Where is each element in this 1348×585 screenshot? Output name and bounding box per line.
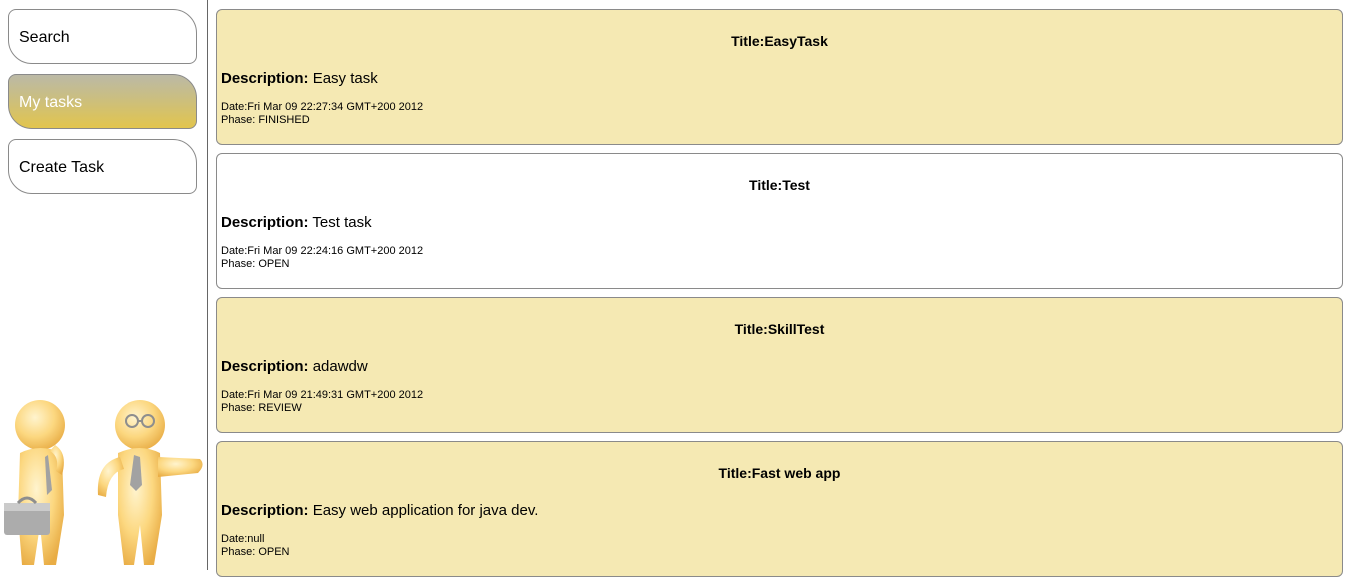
task-title: Title:SkillTest xyxy=(734,321,825,337)
task-date: Date:Fri Mar 09 22:24:16 GMT+200 2012 xyxy=(221,245,424,257)
task-phase: Phase: FINISHED xyxy=(221,114,310,126)
task-phase: Phase: OPEN xyxy=(221,258,290,270)
task-description: Description: Test task xyxy=(221,214,372,231)
task-title: Title:Fast web app xyxy=(718,465,841,481)
task-card[interactable]: Title:Test Description: Test task Date:F… xyxy=(216,153,1343,289)
mascot-illustration xyxy=(4,400,203,565)
task-description: Description: Easy web application for ja… xyxy=(221,502,539,519)
task-card[interactable]: Title:SkillTest Description: adawdw Date… xyxy=(216,297,1343,433)
task-date: Date:Fri Mar 09 21:49:31 GMT+200 2012 xyxy=(221,389,424,401)
figure-with-briefcase xyxy=(4,400,65,565)
task-description: Description: Easy task xyxy=(221,70,378,87)
task-card[interactable]: Title:Fast web app Description: Easy web… xyxy=(216,441,1343,577)
task-description: Description: adawdw xyxy=(221,358,368,375)
task-meta: Date:Fri Mar 09 22:27:34 GMT+200 2012 Ph… xyxy=(221,101,423,127)
task-meta: Date:null Phase: OPEN xyxy=(221,533,290,559)
task-title: Title:Test xyxy=(749,177,810,193)
create-task-button[interactable]: Create Task xyxy=(8,139,197,194)
task-card[interactable]: Title:EasyTask Description: Easy task Da… xyxy=(216,9,1343,145)
search-button[interactable]: Search xyxy=(8,9,197,64)
my-tasks-button[interactable]: My tasks xyxy=(8,74,197,129)
task-meta: Date:Fri Mar 09 21:49:31 GMT+200 2012 Ph… xyxy=(221,389,423,415)
task-phase: Phase: OPEN xyxy=(221,546,290,558)
task-phase: Phase: REVIEW xyxy=(221,402,302,414)
task-list: Title:EasyTask Description: Easy task Da… xyxy=(216,9,1343,585)
task-date: Date:null xyxy=(221,533,265,545)
task-date: Date:Fri Mar 09 22:27:34 GMT+200 2012 xyxy=(221,101,424,113)
task-title: Title:EasyTask xyxy=(731,33,828,49)
task-meta: Date:Fri Mar 09 22:24:16 GMT+200 2012 Ph… xyxy=(221,245,423,271)
figure-with-glasses xyxy=(97,400,203,565)
sidebar: Search My tasks Create Task xyxy=(0,0,208,570)
